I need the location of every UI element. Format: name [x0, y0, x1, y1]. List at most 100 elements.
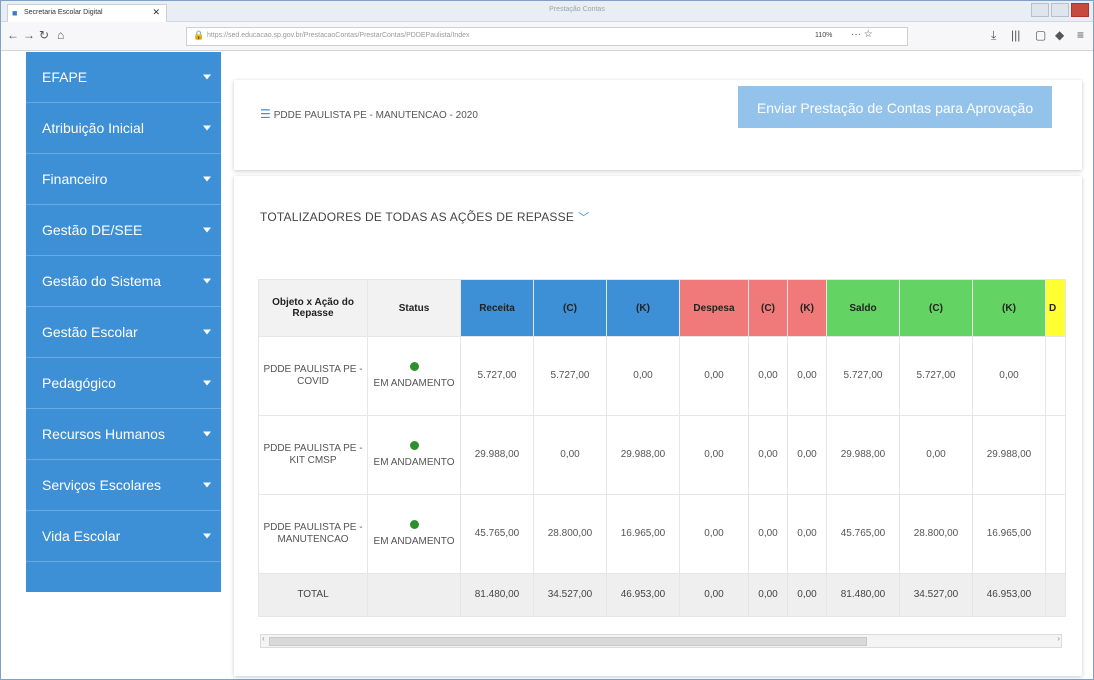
- menu-icon[interactable]: ≡: [1077, 28, 1084, 42]
- caret-down-icon: [203, 125, 211, 131]
- scroll-left-icon[interactable]: ‹: [262, 634, 265, 643]
- totals-section-toggle[interactable]: TOTALIZADORES DE TODAS AS AÇÕES DE REPAS…: [260, 209, 589, 225]
- forward-icon[interactable]: →: [23, 28, 35, 42]
- page-title: ☰ PDDE PAULISTA PE - MANUTENCAO - 2020: [260, 107, 478, 121]
- maximize-button[interactable]: [1051, 3, 1069, 17]
- caret-down-icon: [203, 74, 211, 80]
- sidebar-item-gestao-de-see[interactable]: Gestão DE/SEE: [26, 205, 221, 256]
- cell-total-d: [1045, 573, 1066, 617]
- caret-down-icon: [203, 380, 211, 386]
- library-icon[interactable]: |||: [1011, 28, 1020, 42]
- cell-receita-k: 29.988,00: [606, 415, 680, 495]
- sidebar-item-label: Pedagógico: [42, 375, 116, 391]
- cell-total-receita-k: 46.953,00: [606, 573, 680, 617]
- table-row: PDDE PAULISTA PE - MANUTENCAO EM ANDAMEN…: [258, 494, 1066, 574]
- cell-saldo-k: 0,00: [972, 336, 1046, 416]
- extension-icon[interactable]: ◆: [1055, 28, 1064, 42]
- col-receita-c: (C): [533, 279, 607, 337]
- cell-receita: 5.727,00: [460, 336, 534, 416]
- download-icon[interactable]: ⤓: [991, 28, 996, 43]
- totals-table: Objeto x Ação do Repasse Status Receita …: [258, 279, 1066, 617]
- send-for-approval-button[interactable]: Enviar Prestação de Contas para Aprovaçã…: [738, 86, 1052, 128]
- col-receita: Receita: [460, 279, 534, 337]
- col-objeto: Objeto x Ação do Repasse: [258, 279, 368, 337]
- cell-despesa-k: 0,00: [787, 415, 827, 495]
- chevron-down-icon: ﹀: [578, 212, 590, 224]
- scrollbar-thumb[interactable]: [269, 637, 867, 646]
- cell-saldo-k: 16.965,00: [972, 494, 1046, 574]
- caret-down-icon: [203, 329, 211, 335]
- page-actions-icon[interactable]: ··· ☆: [851, 29, 873, 40]
- status-dot-icon: [409, 520, 419, 529]
- sidebar-item-gestao-escolar[interactable]: Gestão Escolar: [26, 307, 221, 358]
- cell-total-status: [367, 573, 461, 617]
- cell-receita-c: 5.727,00: [533, 336, 607, 416]
- caret-down-icon: [203, 176, 211, 182]
- cell-despesa: 0,00: [679, 336, 749, 416]
- cell-receita-c: 28.800,00: [533, 494, 607, 574]
- table-horizontal-scrollbar[interactable]: ‹ ›: [260, 634, 1062, 648]
- cell-receita-c: 0,00: [533, 415, 607, 495]
- sidebar-item-label: Financeiro: [42, 171, 108, 187]
- cell-saldo: 29.988,00: [826, 415, 900, 495]
- status-dot-icon: [409, 441, 419, 450]
- cell-receita-k: 0,00: [606, 336, 680, 416]
- cell-status: EM ANDAMENTO: [367, 415, 461, 495]
- scroll-right-icon[interactable]: ›: [1057, 634, 1060, 643]
- browser-tab[interactable]: ■ Secretaria Escolar Digital ✕: [7, 4, 167, 22]
- site-favicon-icon: ■: [12, 8, 18, 18]
- sidebar-item-vida-escolar[interactable]: Vida Escolar: [26, 511, 221, 562]
- cell-saldo: 5.727,00: [826, 336, 900, 416]
- cell-d: [1045, 415, 1066, 495]
- window-controls: [1029, 3, 1089, 17]
- sidebar-menu: EFAPE Atribuição Inicial Financeiro Gest…: [26, 52, 221, 592]
- cell-total-saldo: 81.480,00: [826, 573, 900, 617]
- close-tab-icon[interactable]: ✕: [152, 7, 160, 18]
- cell-status: EM ANDAMENTO: [367, 494, 461, 574]
- list-icon: ☰: [260, 107, 271, 121]
- cell-status: EM ANDAMENTO: [367, 336, 461, 416]
- sidebar-item-pedagogico[interactable]: Pedagógico: [26, 358, 221, 409]
- url-text: https://sed.educacao.sp.gov.br/Prestacao…: [207, 32, 470, 39]
- caret-down-icon: [203, 533, 211, 539]
- sidebar-toggle-icon[interactable]: ▢: [1035, 28, 1046, 42]
- cell-total-despesa-c: 0,00: [748, 573, 788, 617]
- cell-total-label: TOTAL: [258, 573, 368, 617]
- address-bar[interactable]: 🔒 https://sed.educacao.sp.gov.br/Prestac…: [186, 27, 908, 46]
- cell-objeto: PDDE PAULISTA PE - KIT CMSP: [258, 415, 368, 495]
- cell-saldo-c: 0,00: [899, 415, 973, 495]
- col-despesa-c: (C): [748, 279, 788, 337]
- col-saldo: Saldo: [826, 279, 900, 337]
- close-window-button[interactable]: [1071, 3, 1089, 17]
- sidebar-item-recursos-humanos[interactable]: Recursos Humanos: [26, 409, 221, 460]
- cell-d: [1045, 494, 1066, 574]
- sidebar-item-label: Atribuição Inicial: [42, 120, 144, 136]
- zoom-level[interactable]: 110%: [815, 32, 832, 39]
- back-icon[interactable]: ←: [7, 28, 19, 42]
- home-icon[interactable]: ⌂: [57, 28, 64, 42]
- reload-icon[interactable]: ↻: [39, 28, 49, 42]
- lock-icon: 🔒: [193, 30, 205, 40]
- cell-despesa-c: 0,00: [748, 415, 788, 495]
- cell-total-receita: 81.480,00: [460, 573, 534, 617]
- cell-saldo-c: 5.727,00: [899, 336, 973, 416]
- sidebar-item-gestao-do-sistema[interactable]: Gestão do Sistema: [26, 256, 221, 307]
- col-saldo-c: (C): [899, 279, 973, 337]
- minimize-button[interactable]: [1031, 3, 1049, 17]
- sidebar-item-servicos-escolares[interactable]: Serviços Escolares: [26, 460, 221, 511]
- status-text: EM ANDAMENTO: [373, 535, 455, 547]
- cell-objeto: PDDE PAULISTA PE - COVID: [258, 336, 368, 416]
- table-row: PDDE PAULISTA PE - KIT CMSP EM ANDAMENTO…: [258, 415, 1066, 495]
- tab-title: Secretaria Escolar Digital: [24, 9, 103, 16]
- col-receita-k: (K): [606, 279, 680, 337]
- sidebar-item-atribuicao-inicial[interactable]: Atribuição Inicial: [26, 103, 221, 154]
- cell-despesa-c: 0,00: [748, 336, 788, 416]
- sidebar-item-financeiro[interactable]: Financeiro: [26, 154, 221, 205]
- cell-saldo-k: 29.988,00: [972, 415, 1046, 495]
- sidebar-item-efape[interactable]: EFAPE: [26, 52, 221, 103]
- cell-despesa-k: 0,00: [787, 494, 827, 574]
- totals-card: TOTALIZADORES DE TODAS AS AÇÕES DE REPAS…: [234, 176, 1082, 676]
- cell-receita: 29.988,00: [460, 415, 534, 495]
- col-saldo-k: (K): [972, 279, 1046, 337]
- cell-total-saldo-c: 34.527,00: [899, 573, 973, 617]
